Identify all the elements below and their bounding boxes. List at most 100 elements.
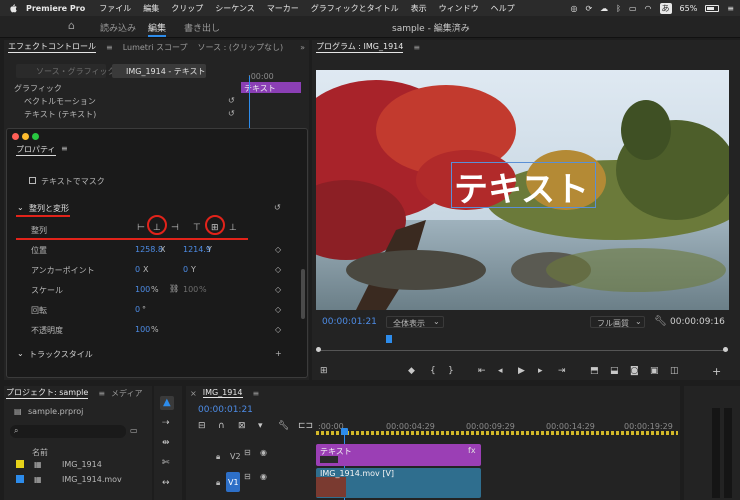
play-icon[interactable]: ▶: [518, 366, 525, 376]
timeline-clip[interactable]: IMG_1914.mov [V]: [316, 468, 481, 498]
opacity-value[interactable]: 100: [135, 325, 150, 334]
display-icon[interactable]: ▭: [629, 4, 637, 13]
lift-icon[interactable]: ⬒: [590, 366, 599, 376]
track-target-v1[interactable]: V1: [226, 472, 240, 492]
add-icon[interactable]: +: [275, 349, 282, 358]
menu-clip[interactable]: クリップ: [171, 3, 203, 14]
clip-selector[interactable]: IMG_1914 - テキスト: [112, 64, 206, 78]
menu-graphics[interactable]: グラフィックとタイトル: [311, 3, 399, 14]
go-to-out-icon[interactable]: ⇥: [558, 366, 566, 376]
marker-icon[interactable]: ▾: [258, 421, 263, 431]
slip-tool-icon[interactable]: ↔: [162, 478, 170, 488]
project-search-input[interactable]: ⌕: [10, 425, 126, 438]
add-marker-icon[interactable]: ◆: [408, 366, 415, 376]
maximize-button[interactable]: [32, 133, 39, 140]
battery-icon[interactable]: [705, 4, 720, 12]
chevron-down-icon[interactable]: ⌄: [17, 349, 24, 358]
ripple-edit-tool-icon[interactable]: ⇹: [162, 438, 170, 448]
scrub-bar[interactable]: [318, 350, 728, 351]
properties-title[interactable]: プロパティ: [16, 144, 56, 156]
sync-icon[interactable]: ⟳: [585, 4, 592, 13]
captions-icon[interactable]: ⊏⊐: [298, 421, 313, 431]
in-point-handle[interactable]: [316, 347, 321, 352]
mask-checkbox[interactable]: [29, 177, 36, 184]
align-right-icon[interactable]: ⊣: [171, 223, 179, 233]
keyframe-icon[interactable]: ◇: [275, 265, 281, 274]
keyframe-icon[interactable]: ◇: [275, 245, 281, 254]
ec-row-text[interactable]: テキスト (テキスト): [24, 109, 96, 120]
out-point-handle[interactable]: [723, 347, 728, 352]
section-align-transform[interactable]: 整列と変形: [29, 203, 69, 214]
vr-icon[interactable]: ▣: [650, 366, 659, 376]
lock-icon[interactable]: 🔒︎: [216, 452, 220, 462]
keyframe-icon[interactable]: ◇: [275, 285, 281, 294]
section-track-style[interactable]: トラックスタイル: [29, 349, 93, 360]
anchor-x-value[interactable]: 0: [135, 265, 140, 274]
linked-selection-icon[interactable]: ⊠: [238, 421, 246, 431]
menu-window[interactable]: ウィンドウ: [439, 3, 479, 14]
tab-media[interactable]: メディア: [111, 388, 142, 399]
wrench-icon[interactable]: 🔧︎: [278, 421, 289, 431]
close-button[interactable]: [12, 133, 19, 140]
settings-icon[interactable]: ⊞: [320, 366, 328, 376]
align-left-icon[interactable]: ⊢: [137, 223, 145, 233]
overlay-text[interactable]: テキスト: [454, 162, 589, 211]
selection-tool-icon[interactable]: ▲: [160, 396, 174, 410]
keyframe-icon[interactable]: ◇: [275, 305, 281, 314]
tab-import[interactable]: 読み込み: [100, 21, 136, 34]
chevron-down-icon[interactable]: ⌄: [17, 203, 24, 212]
tab-project[interactable]: プロジェクト: sample: [6, 387, 89, 399]
panel-menu-icon[interactable]: ≡: [61, 144, 68, 153]
project-item-name[interactable]: IMG_1914.mov: [62, 475, 122, 484]
keyframe-icon[interactable]: ◇: [275, 325, 281, 334]
snap-icon[interactable]: ∩: [218, 421, 225, 431]
camera-icon[interactable]: ◙: [630, 366, 639, 376]
ec-row-vector-motion[interactable]: ベクトルモーション: [24, 96, 96, 107]
panel-expand-icon[interactable]: »: [300, 43, 305, 52]
add-button-icon[interactable]: +: [712, 365, 721, 378]
sync-lock-icon[interactable]: ⊟: [244, 472, 251, 481]
panel-menu-icon[interactable]: ≡: [413, 43, 420, 52]
align-top-icon[interactable]: ⊤: [193, 223, 201, 233]
tab-program[interactable]: プログラム : IMG_1914: [316, 41, 404, 53]
ec-clip-block[interactable]: テキスト: [241, 82, 301, 93]
tab-lumetri-scopes[interactable]: Lumetri スコープ: [123, 42, 188, 53]
panel-menu-icon[interactable]: ≡: [98, 389, 105, 398]
eye-icon[interactable]: ◉: [260, 472, 267, 481]
tab-source[interactable]: ソース : (クリップなし): [198, 42, 284, 53]
new-bin-icon[interactable]: ▭: [130, 426, 138, 435]
step-back-icon[interactable]: ◂: [498, 366, 503, 376]
sync-lock-icon[interactable]: ⊟: [244, 448, 251, 457]
menu-view[interactable]: 表示: [411, 3, 427, 14]
tab-export[interactable]: 書き出し: [184, 21, 220, 34]
menu-file[interactable]: ファイル: [99, 3, 131, 14]
reset-icon[interactable]: ↺: [228, 109, 235, 118]
comparison-icon[interactable]: ◫: [670, 366, 679, 376]
playhead-handle[interactable]: [341, 428, 348, 435]
column-name[interactable]: 名前: [32, 447, 48, 458]
mark-in-icon[interactable]: {: [430, 366, 436, 376]
creative-cloud-icon[interactable]: ◎: [570, 4, 577, 13]
zoom-dropdown[interactable]: 全体表示 ⌄: [386, 316, 444, 328]
home-icon[interactable]: ⌂: [68, 19, 75, 32]
menu-extra-icon[interactable]: ≡: [727, 4, 734, 13]
scrollbar[interactable]: [301, 269, 305, 319]
go-to-in-icon[interactable]: ⇤: [478, 366, 486, 376]
menu-marker[interactable]: マーカー: [267, 3, 299, 14]
program-timecode[interactable]: 00:00:01:21: [322, 317, 377, 327]
anchor-y-value[interactable]: 0: [183, 265, 188, 274]
panel-menu-icon[interactable]: ≡: [253, 389, 260, 398]
menu-sequence[interactable]: シーケンス: [215, 3, 255, 14]
reset-icon[interactable]: ↺: [228, 96, 235, 105]
apple-icon[interactable]: [8, 3, 18, 13]
project-item-name[interactable]: IMG_1914: [62, 460, 102, 469]
playhead-marker[interactable]: [386, 335, 392, 343]
quality-dropdown[interactable]: フル画質 ⌄: [590, 316, 645, 328]
input-mode-indicator[interactable]: あ: [659, 2, 672, 14]
align-bottom-icon[interactable]: ⊥: [229, 223, 237, 233]
lock-icon[interactable]: 🔒︎: [216, 478, 220, 488]
wrench-icon[interactable]: 🔧︎: [654, 316, 667, 327]
extract-icon[interactable]: ⬓: [610, 366, 619, 376]
step-forward-icon[interactable]: ▸: [538, 366, 543, 376]
tab-sequence[interactable]: IMG_1914: [202, 388, 243, 398]
